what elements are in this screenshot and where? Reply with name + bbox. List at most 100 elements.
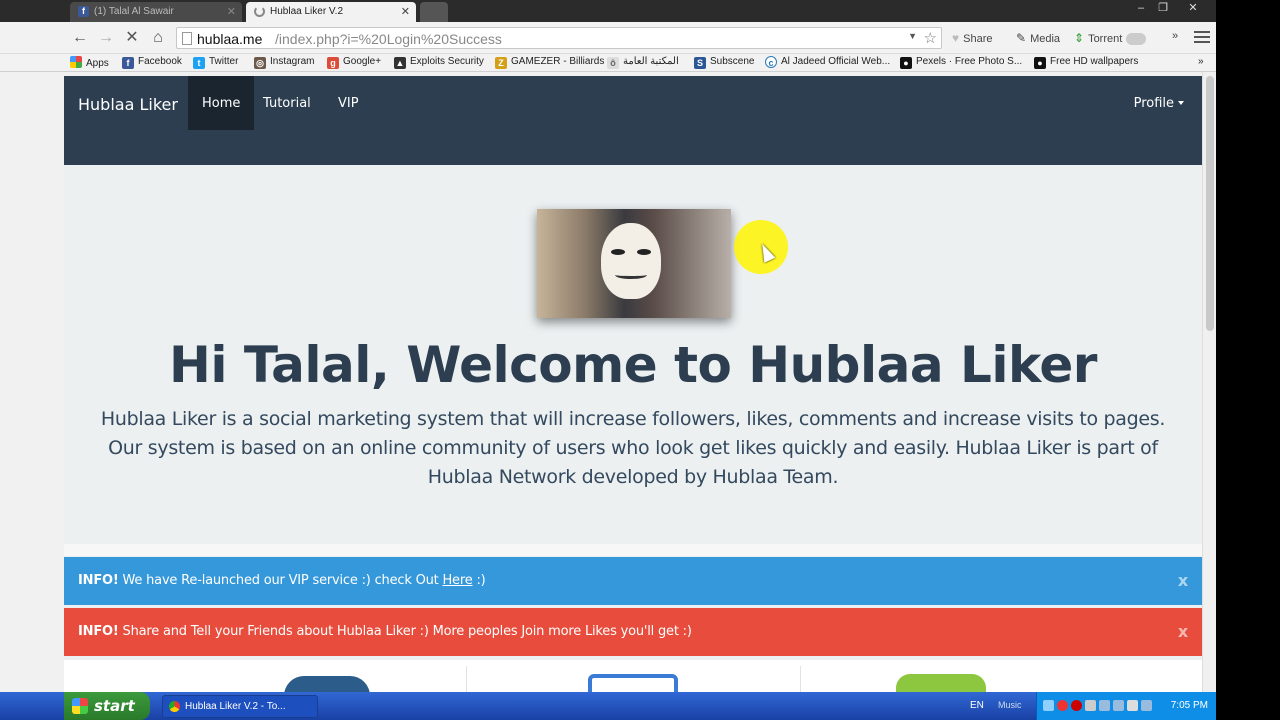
page-icon (182, 32, 192, 45)
welcome-heading: Hi Talal, Welcome to Hublaa Liker (169, 336, 1097, 394)
bookmark-pexels[interactable]: ● Pexels · Free Photo S... (900, 56, 1022, 69)
media-extension[interactable]: ✎ Media (1016, 31, 1060, 45)
scroll-thumb[interactable] (1206, 76, 1214, 331)
start-button[interactable]: start (64, 692, 150, 720)
screen: f (1) Talal Al Sawair ✕ Hublaa Liker V.2… (0, 0, 1216, 720)
close-tab-icon[interactable]: ✕ (401, 5, 410, 18)
profile-label: Profile (1133, 96, 1174, 111)
tab-strip: f (1) Talal Al Sawair ✕ Hublaa Liker V.2… (0, 0, 1216, 22)
nav-tutorial[interactable]: Tutorial (249, 76, 325, 130)
page-scrollbar[interactable] (1202, 72, 1216, 692)
facebook-icon: f (78, 6, 89, 17)
bookmarks-overflow-icon[interactable]: » (1198, 56, 1204, 67)
alert-text: Share and Tell your Friends about Hublaa… (122, 624, 692, 639)
here-link[interactable]: Here (442, 573, 472, 588)
bookmark-apps[interactable]: Apps (70, 56, 109, 69)
close-window-icon[interactable]: ✕ (1180, 0, 1206, 16)
upload-icon (896, 674, 986, 692)
alert-label: INFO! (78, 624, 119, 639)
info-alert-share: INFO! Share and Tell your Friends about … (64, 608, 1202, 656)
taskbar-window-button[interactable]: Hublaa Liker V.2 - To... (162, 695, 318, 718)
wallpapers-icon: ● (1034, 57, 1046, 69)
close-alert-icon[interactable]: x (1178, 608, 1188, 656)
site-navbar: Hublaa Liker Home Tutorial VIP Profile (64, 76, 1202, 165)
tab-title: (1) Talal Al Sawair (94, 6, 174, 17)
address-bar[interactable]: hublaa.me /index.php?i=%20Login%20Succes… (176, 27, 942, 49)
web-page: Hublaa Liker Home Tutorial VIP Profile H… (64, 76, 1202, 692)
subscene-icon: S (694, 57, 706, 69)
url-path: /index.php?i=%20Login%20Success (275, 31, 502, 47)
tray-icon[interactable] (1071, 700, 1082, 711)
windows-logo-icon (72, 698, 88, 714)
heart-icon: ♥ (952, 31, 960, 45)
back-icon[interactable]: ← (70, 28, 90, 48)
tab-title: Hublaa Liker V.2 (270, 6, 344, 17)
tray-icon[interactable] (1043, 700, 1054, 711)
info-alert-vip: INFO! We have Re-launched our VIP servic… (64, 557, 1202, 605)
chrome-icon (169, 701, 180, 712)
bookmark-facebook[interactable]: f Facebook (122, 56, 182, 69)
language-indicator[interactable]: EN (970, 700, 984, 711)
facebook-icon: f (122, 57, 134, 69)
toggle-icon[interactable] (1126, 33, 1146, 45)
alert-label: INFO! (78, 573, 119, 588)
caret-down-icon (1178, 101, 1184, 105)
share-extension[interactable]: ♥ Share (952, 31, 992, 45)
bookmark-googleplus[interactable]: g Google+ (327, 56, 381, 69)
features-row (64, 660, 1202, 692)
tray-icon[interactable] (1057, 700, 1068, 711)
nav-vip[interactable]: VIP (324, 76, 373, 130)
nav-profile-dropdown[interactable]: Profile (1120, 76, 1198, 130)
bookmark-wallpapers[interactable]: ● Free HD wallpapers (1034, 56, 1138, 69)
forward-icon[interactable]: → (96, 28, 116, 48)
tray-icon[interactable] (1085, 700, 1096, 711)
torrent-extension[interactable]: ⇕ Torrent (1074, 31, 1122, 45)
aljadeed-icon: c (765, 56, 777, 68)
library-icon: ô (607, 57, 619, 69)
close-alert-icon[interactable]: x (1178, 557, 1188, 605)
divider (800, 666, 801, 692)
close-tab-icon[interactable]: ✕ (227, 5, 236, 18)
divider (466, 666, 467, 692)
alert-text: We have Re-launched our VIP service :) c… (122, 573, 439, 588)
music-label: Music (998, 700, 1022, 710)
bookmark-exploits[interactable]: ▲ Exploits Security (394, 56, 484, 69)
bookmark-twitter[interactable]: t Twitter (193, 56, 238, 69)
hero-image (537, 209, 731, 318)
nav-home[interactable]: Home (188, 76, 255, 130)
menu-icon[interactable] (1194, 28, 1210, 46)
twitter-icon: t (193, 57, 205, 69)
system-tray: 7:05 PM (1036, 692, 1216, 720)
intro-text: Hublaa Liker is a social marketing syste… (100, 408, 1166, 488)
restore-icon[interactable]: ❐ (1150, 0, 1176, 16)
browser-toolbar: ← → ✕ ⌂ hublaa.me /index.php?i=%20Login%… (0, 22, 1216, 54)
windows-taskbar: start Hublaa Liker V.2 - To... EN Music … (0, 692, 1216, 720)
bookmark-gamezer[interactable]: Z GAMEZER - Billiards (495, 56, 604, 69)
tray-icon[interactable] (1099, 700, 1110, 711)
pen-icon: ✎ (1016, 31, 1027, 45)
stop-icon[interactable]: ✕ (122, 28, 142, 48)
home-icon[interactable]: ⌂ (148, 28, 168, 48)
bookmark-aljadeed[interactable]: c Al Jadeed Official Web... (765, 56, 890, 68)
star-icon[interactable]: ☆ (924, 29, 937, 47)
overflow-icon[interactable]: » (1172, 30, 1178, 42)
bookmark-subscene[interactable]: S Subscene (694, 56, 754, 69)
tray-icon[interactable] (1127, 700, 1138, 711)
dropdown-icon[interactable]: ▼ (908, 31, 917, 41)
site-brand[interactable]: Hublaa Liker (78, 95, 178, 114)
bookmark-library[interactable]: ô المكتبة العامة (607, 56, 679, 69)
tray-icon[interactable] (1113, 700, 1124, 711)
bookmark-instagram[interactable]: ◎ Instagram (254, 56, 314, 69)
tray-icon[interactable] (1141, 700, 1152, 711)
tab-hublaa[interactable]: Hublaa Liker V.2 ✕ (246, 2, 416, 22)
bookmarks-bar: Apps f Facebook t Twitter ◎ Instagram g Goog… (0, 54, 1216, 72)
clock[interactable]: 7:05 PM (1171, 700, 1208, 711)
exploits-icon: ▲ (394, 57, 406, 69)
guy-fawkes-mask-image (601, 223, 661, 299)
gamezer-icon: Z (495, 57, 507, 69)
url-host: hublaa.me (197, 31, 263, 47)
tab-facebook[interactable]: f (1) Talal Al Sawair ✕ (70, 2, 242, 22)
new-tab-button[interactable] (420, 2, 448, 22)
section-divider (64, 544, 1202, 556)
apps-icon (70, 56, 82, 68)
